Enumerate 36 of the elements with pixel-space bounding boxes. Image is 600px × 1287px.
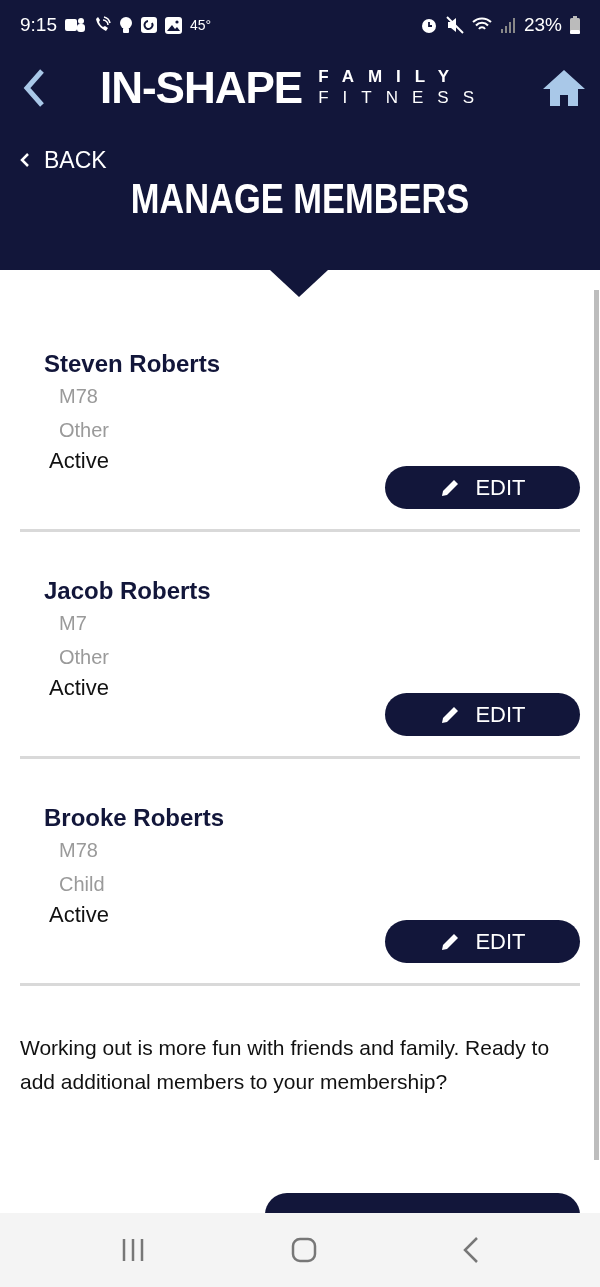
logo-text: IN-SHAPE — [99, 65, 303, 110]
battery-icon — [570, 16, 580, 34]
member-status: Active — [49, 446, 110, 475]
edit-button[interactable]: EDIT — [385, 693, 580, 736]
member-status: Active — [49, 673, 110, 702]
member-type: Other — [59, 417, 111, 443]
logo-subtitle: FAMILY — [318, 67, 464, 88]
mute-icon — [445, 16, 464, 34]
back-link[interactable]: BACK — [0, 125, 107, 178]
chevron-left-icon — [20, 152, 30, 169]
member-name: Brooke Roberts — [44, 804, 226, 833]
home-icon[interactable] — [542, 67, 586, 108]
status-time: 9:15 — [20, 12, 57, 37]
member-name: Steven Roberts — [44, 350, 222, 379]
app-icon — [141, 17, 157, 33]
bulb-icon — [119, 16, 133, 34]
member-name: Jacob Roberts — [44, 577, 212, 606]
alarm-icon — [419, 16, 438, 34]
edit-button[interactable]: EDIT — [385, 920, 580, 963]
wifi-call-icon — [93, 16, 111, 34]
member-type: Other — [59, 644, 111, 670]
member-id: M78 — [59, 383, 99, 409]
signal-icon — [499, 17, 516, 33]
home-button-icon[interactable] — [291, 1237, 317, 1263]
member-id: M78 — [59, 837, 99, 863]
battery-percent: 23% — [523, 12, 562, 37]
back-nav-icon[interactable] — [461, 1236, 480, 1264]
edit-button[interactable]: EDIT — [385, 466, 580, 509]
member-status: Active — [49, 900, 110, 929]
temperature-text: 45° — [190, 15, 212, 35]
logo-subtitle: FITNESS — [318, 87, 488, 108]
invite-paragraph: Working out is more fun with friends and family. Ready to add additional members to your membership? — [20, 1035, 551, 1095]
image-icon — [165, 16, 182, 34]
member-type: Child — [59, 871, 106, 897]
member-id: M7 — [59, 610, 88, 636]
page-title: MANAGE MEMBERS — [129, 177, 471, 220]
